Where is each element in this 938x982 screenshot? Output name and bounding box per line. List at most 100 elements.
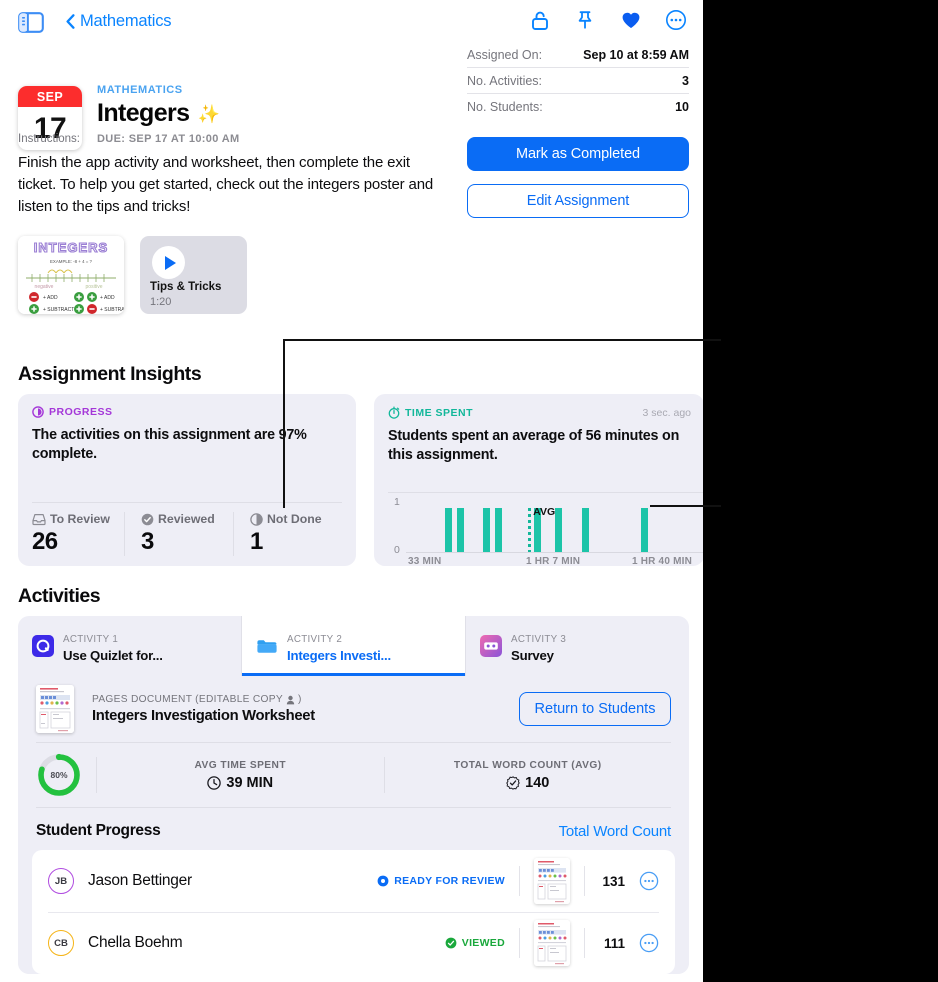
poster-attachment[interactable]: INTEGERS EXAMPLE: -8 + 4 = ? negative po… <box>18 236 124 314</box>
info-key: Assigned On: <box>467 48 543 62</box>
chart-bar <box>555 508 562 552</box>
unlock-icon[interactable] <box>529 9 551 36</box>
progress-sentence: The activities on this assignment are 97… <box>32 427 307 463</box>
tab-label: Integers Investi... <box>287 648 391 663</box>
x-tick-1: 1 HR 7 MIN <box>526 556 581 566</box>
tab-kicker: ACTIVITY 3 <box>511 634 567 645</box>
divider <box>388 492 703 493</box>
check-circle-icon <box>445 937 457 949</box>
divider <box>584 866 585 896</box>
svg-text:+ SUBTRA: + SUBTRA <box>100 307 124 313</box>
tab-activity-2[interactable]: ACTIVITY 2 Integers Investi... <box>242 616 466 676</box>
stat-label: Reviewed <box>158 512 215 526</box>
svg-text:positive: positive <box>86 284 103 290</box>
tab-kicker: ACTIVITY 2 <box>287 634 343 645</box>
assignment-toolbar <box>467 8 689 36</box>
quizlet-icon <box>32 635 54 657</box>
mark-as-completed-button[interactable]: Mark as Completed <box>467 137 689 171</box>
activity-document-row: PAGES DOCUMENT (EDITABLE COPY ) Integers… <box>18 676 689 742</box>
stat-reviewed: Reviewed 3 <box>124 512 233 556</box>
activity-metrics: 80% AVG TIME SPENT 39 MIN TOTAL WORD COU… <box>18 743 689 807</box>
progress-insight-card[interactable]: PROGRESS The activities on this assignme… <box>18 394 356 566</box>
y-tick-0: 0 <box>394 544 400 556</box>
sidebar-toggle-icon[interactable] <box>18 12 44 33</box>
word-count-value: 111 <box>603 935 625 951</box>
worksheet-thumbnail[interactable] <box>534 920 570 966</box>
callout-leader-bottom <box>650 505 721 507</box>
back-button[interactable]: Mathematics <box>66 12 172 31</box>
student-list: JB Jason Bettinger READY FOR REVIEW 131 … <box>32 850 675 974</box>
check-circle-icon <box>141 513 154 525</box>
activity-tabs: ACTIVITY 1 Use Quizlet for... ACTIVITY 2 <box>18 616 689 676</box>
table-row[interactable]: CB Chella Boehm VIEWED 111 <box>32 912 675 974</box>
metric-value-wrap: 140 <box>385 775 672 791</box>
metric-kicker: AVG TIME SPENT <box>194 759 287 771</box>
half-circle-icon <box>250 512 263 526</box>
video-title: Tips & Tricks <box>150 281 222 293</box>
chart-bar <box>581 508 589 552</box>
folder-icon <box>256 635 278 657</box>
time-kicker-label: TIME SPENT <box>405 406 474 419</box>
play-icon <box>152 246 185 279</box>
progress-stats: To Review 26 Reviewed 3 Not Done 1 <box>32 512 342 556</box>
more-icon[interactable] <box>639 933 659 953</box>
metric-value: 140 <box>525 774 550 791</box>
activities-heading: Activities <box>18 585 101 607</box>
page-title: Integers <box>97 99 190 127</box>
chart-bar <box>456 508 464 552</box>
more-icon[interactable] <box>639 871 659 891</box>
tab-label: Survey <box>511 648 554 663</box>
progress-card-kicker: PROGRESS <box>32 406 342 418</box>
screenshot-root: Mathematics SEP 17 MATHEMATICS Integers … <box>0 0 938 982</box>
table-row[interactable]: JB Jason Bettinger READY FOR REVIEW 131 <box>32 850 675 912</box>
document-kicker-close: ) <box>297 694 302 705</box>
metric-total-word-count: TOTAL WORD COUNT (AVG) 140 <box>385 760 672 791</box>
clock-icon <box>207 775 222 790</box>
status-badge: VIEWED <box>445 937 505 949</box>
stat-label: To Review <box>50 512 110 526</box>
divider <box>584 928 585 958</box>
time-spent-insight-card[interactable]: TIME SPENT Students spent an average of … <box>374 394 703 566</box>
pin-icon[interactable] <box>574 9 596 36</box>
edit-assignment-button[interactable]: Edit Assignment <box>467 184 689 218</box>
total-word-count-link[interactable]: Total Word Count <box>559 823 672 840</box>
worksheet-thumbnail[interactable] <box>36 685 74 733</box>
chevron-left-icon <box>66 14 75 29</box>
due-label: DUE: SEP 17 AT 10:00 AM <box>97 133 240 145</box>
return-to-students-button[interactable]: Return to Students <box>519 692 671 726</box>
tab-activity-1[interactable]: ACTIVITY 1 Use Quizlet for... <box>18 616 242 676</box>
metric-kicker: TOTAL WORD COUNT (AVG) <box>453 759 602 771</box>
callout-leader-vertical <box>283 340 285 508</box>
tray-icon <box>32 513 46 525</box>
metric-value-wrap: 39 MIN <box>97 775 384 791</box>
document-name: Integers Investigation Worksheet <box>92 708 315 724</box>
document-kicker-text: PAGES DOCUMENT (EDITABLE COPY <box>92 694 283 705</box>
x-tick-2: 1 HR 40 MIN <box>632 556 692 566</box>
progress-icon <box>32 406 44 418</box>
metric-avg-time-spent: AVG TIME SPENT 39 MIN <box>97 760 384 791</box>
student-name: Chella Boehm <box>88 934 183 951</box>
avatar: CB <box>48 930 74 956</box>
status-badge: READY FOR REVIEW <box>377 875 505 887</box>
info-row: Assigned On: Sep 10 at 8:59 AM <box>467 42 689 68</box>
instructions-body: Finish the app activity and worksheet, t… <box>18 154 434 216</box>
info-row: No. Students: 10 <box>467 94 689 119</box>
info-value: 3 <box>682 74 689 88</box>
app-content: Mathematics SEP 17 MATHEMATICS Integers … <box>0 0 703 982</box>
heart-icon[interactable] <box>620 9 642 36</box>
document-kicker: PAGES DOCUMENT (EDITABLE COPY ) <box>92 694 315 705</box>
tab-activity-3[interactable]: ACTIVITY 3 Survey <box>466 616 689 676</box>
activities-panel: ACTIVITY 1 Use Quizlet for... ACTIVITY 2 <box>18 616 689 974</box>
word-count-value: 131 <box>602 873 625 889</box>
chart-bar <box>641 508 649 552</box>
stat-value: 1 <box>250 528 263 555</box>
instructions-label: Instructions: <box>18 133 80 145</box>
info-value: 10 <box>675 100 689 114</box>
video-attachment[interactable]: Tips & Tricks 1:20 <box>140 236 247 314</box>
status-label: VIEWED <box>461 937 505 949</box>
worksheet-thumbnail[interactable] <box>534 858 570 904</box>
metric-value: 39 MIN <box>226 774 274 791</box>
tab-label: Use Quizlet for... <box>63 648 163 663</box>
more-icon[interactable] <box>665 9 687 36</box>
assignment-info-panel: Assigned On: Sep 10 at 8:59 AM No. Activ… <box>467 8 689 218</box>
